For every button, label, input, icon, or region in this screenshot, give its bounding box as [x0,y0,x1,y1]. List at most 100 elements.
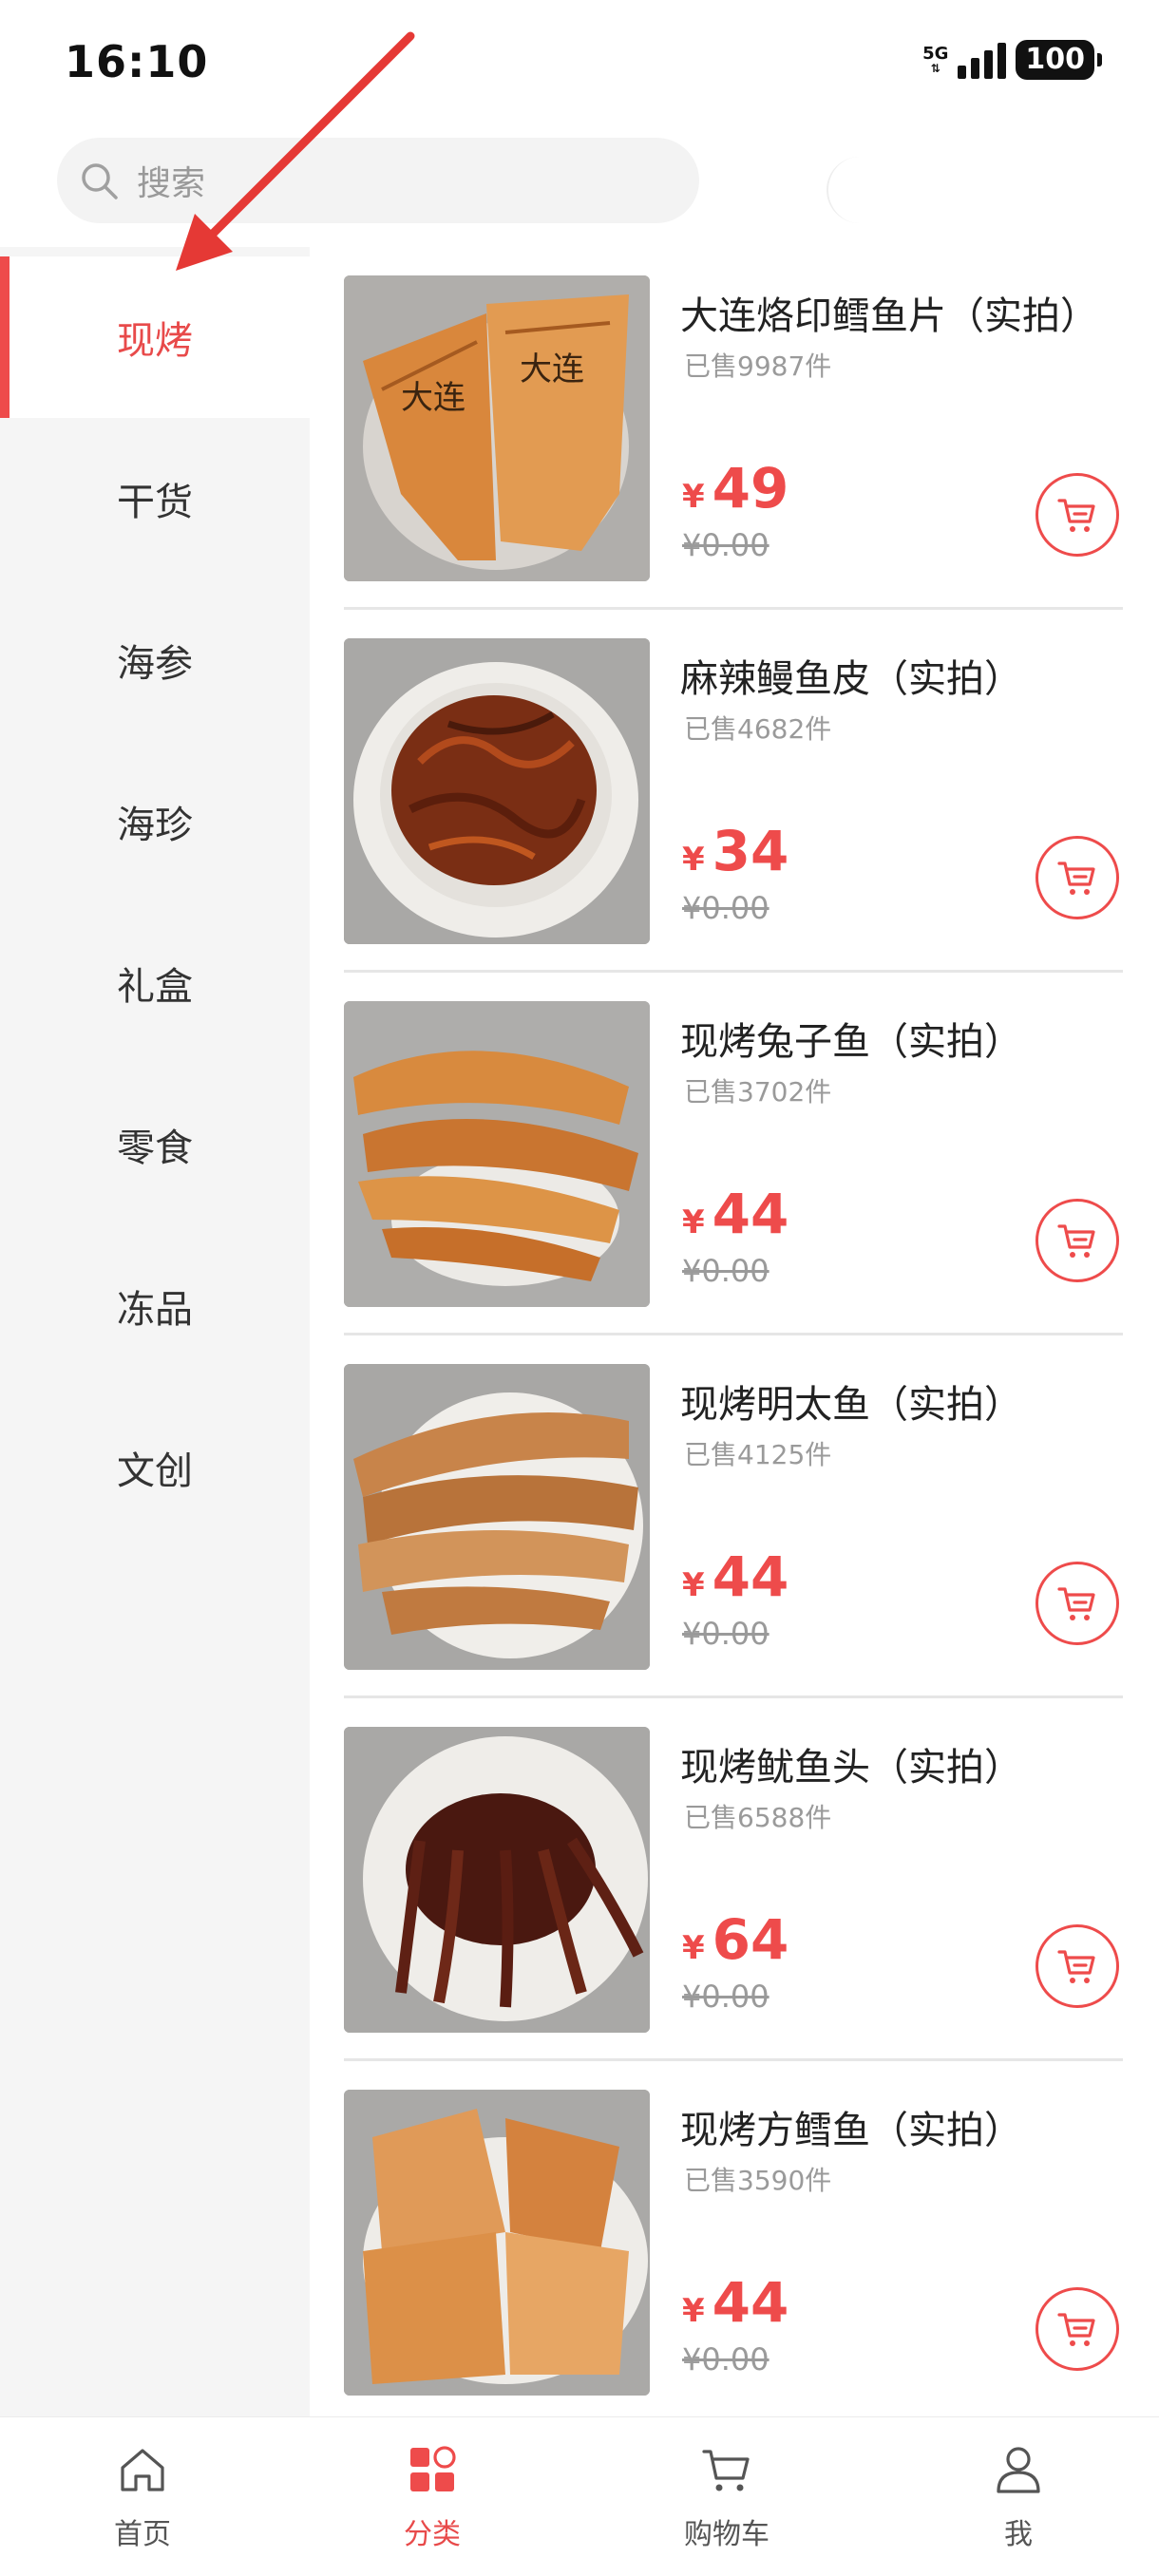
price-value: 34 [712,819,789,883]
product-name: 现烤方鳕鱼（实拍） [680,2109,1022,2152]
product-price: ¥ 44 [682,2270,788,2335]
product-name: 现烤明太鱼（实拍） [680,1383,1022,1427]
product-sold-count: 已售3702件 [684,1076,832,1108]
category-label: 文创 [117,1449,193,1493]
search-icon [82,163,118,199]
category-label: 海参 [117,642,193,686]
original-price: ¥0.00 [682,527,770,563]
status-time: 16:10 [65,36,209,87]
product-card[interactable]: 现烤兔子鱼（实拍） 已售3702件 ¥ 44 ¥0.00 [344,973,1123,1335]
svg-text:大连: 大连 [520,350,584,388]
currency-symbol: ¥ [682,478,705,516]
currency-symbol: ¥ [682,1929,705,1967]
search-bar[interactable]: 搜索 [57,138,699,223]
add-to-cart-button[interactable] [1036,2287,1119,2371]
product-sold-count: 已售3590件 [684,2165,832,2196]
nav-label: 首页 [114,2518,171,2551]
network-type-label: 5G [922,44,949,64]
category-item[interactable]: 文创 [0,1387,310,1548]
category-item[interactable]: 海珍 [0,741,310,902]
product-price: ¥ 64 [682,1907,788,1972]
product-sold-count: 已售4125件 [684,1439,832,1470]
header-decoration [826,157,893,223]
category-item[interactable]: 干货 [0,418,310,579]
cart-icon [1057,1950,1095,1983]
product-sold-count: 已售4682件 [684,713,832,745]
category-label: 海珍 [117,804,193,847]
cart-icon [1057,499,1095,532]
add-to-cart-button[interactable] [1036,1924,1119,2008]
nav-tab-me[interactable]: 我 [923,2417,1113,2576]
product-list[interactable]: 大连 大连 大连烙印鳕鱼片（实拍） 已售9987件 ¥ 49 ¥0.00 麻辣鳗… [310,247,1159,2416]
price-value: 44 [712,2270,789,2335]
status-icons: 5G ⇅ 100 [922,36,1102,84]
original-price: ¥0.00 [682,1979,770,2015]
original-price: ¥0.00 [682,1616,770,1652]
user-icon [997,2447,1040,2493]
data-arrows-icon: ⇅ [930,62,940,75]
product-card[interactable]: 现烤方鳕鱼（实拍） 已售3590件 ¥ 44 ¥0.00 [344,2061,1123,2416]
add-to-cart-button[interactable] [1036,1199,1119,1282]
price-value: 44 [712,1182,789,1246]
original-price: ¥0.00 [682,890,770,926]
product-image [344,1001,650,1307]
product-name: 大连烙印鳕鱼片（实拍） [680,294,1098,338]
category-item[interactable]: 零食 [0,1064,310,1225]
original-price: ¥0.00 [682,1253,770,1289]
cart-icon [1057,1224,1095,1258]
category-item[interactable]: 礼盒 [0,902,310,1064]
price-value: 44 [712,1544,789,1609]
product-image [344,1727,650,2033]
battery-icon: 100 [1016,40,1102,80]
svg-text:大连: 大连 [401,379,466,417]
product-image [344,2090,650,2396]
product-name: 麻辣鳗鱼皮（实拍） [680,657,1022,701]
cart-icon [1057,862,1095,895]
nav-label: 我 [1004,2518,1033,2551]
category-icon [410,2446,456,2491]
product-image: 大连 大连 [344,275,650,581]
currency-symbol: ¥ [682,2292,705,2330]
product-price: ¥ 34 [682,819,788,883]
product-name: 现烤鱿鱼头（实拍） [680,1746,1022,1790]
status-bar: 16:10 5G ⇅ 100 [0,0,1159,123]
category-label: 冻品 [117,1288,193,1332]
cart-icon [1057,2313,1095,2346]
nav-label: 购物车 [684,2518,770,2551]
category-label: 零食 [117,1127,193,1170]
product-price: ¥ 44 [682,1544,788,1609]
product-card[interactable]: 大连 大连 大连烙印鳕鱼片（实拍） 已售9987件 ¥ 49 ¥0.00 [344,247,1123,610]
currency-symbol: ¥ [682,841,705,879]
battery-level: 100 [1016,40,1094,80]
category-label: 干货 [117,481,193,524]
product-price: ¥ 44 [682,1182,788,1246]
category-item[interactable]: 冻品 [0,1225,310,1387]
cart-icon [1057,1587,1095,1620]
product-image [344,638,650,944]
add-to-cart-button[interactable] [1036,1562,1119,1645]
bottom-navigation: 首页 分类 购物车 我 [0,2416,1159,2576]
product-card[interactable]: 现烤鱿鱼头（实拍） 已售6588件 ¥ 64 ¥0.00 [344,1698,1123,2061]
network-indicator: 5G ⇅ [922,44,949,75]
product-sold-count: 已售6588件 [684,1802,832,1833]
category-item-current[interactable]: 现烤 [0,256,310,418]
nav-tab-home[interactable]: 首页 [48,2417,238,2576]
product-card[interactable]: 现烤明太鱼（实拍） 已售4125件 ¥ 44 ¥0.00 [344,1335,1123,1698]
nav-tab-category[interactable]: 分类 [337,2417,527,2576]
product-price: ¥ 49 [682,456,788,521]
nav-tab-cart[interactable]: 购物车 [632,2417,822,2576]
price-value: 64 [712,1907,789,1972]
category-item[interactable]: 海参 [0,579,310,741]
price-value: 49 [712,456,789,521]
add-to-cart-button[interactable] [1036,836,1119,919]
search-placeholder: 搜索 [137,164,206,203]
add-to-cart-button[interactable] [1036,473,1119,557]
category-sidebar: 现烤 干货 海参 海珍 礼盒 零食 冻品 文创 [0,247,310,2416]
product-name: 现烤兔子鱼（实拍） [680,1020,1022,1064]
nav-label: 分类 [404,2518,461,2551]
category-label: 现烤 [117,319,193,363]
cart-icon [702,2450,750,2491]
product-card[interactable]: 麻辣鳗鱼皮（实拍） 已售4682件 ¥ 34 ¥0.00 [344,610,1123,973]
product-sold-count: 已售9987件 [684,350,832,382]
category-label: 礼盒 [117,965,193,1009]
